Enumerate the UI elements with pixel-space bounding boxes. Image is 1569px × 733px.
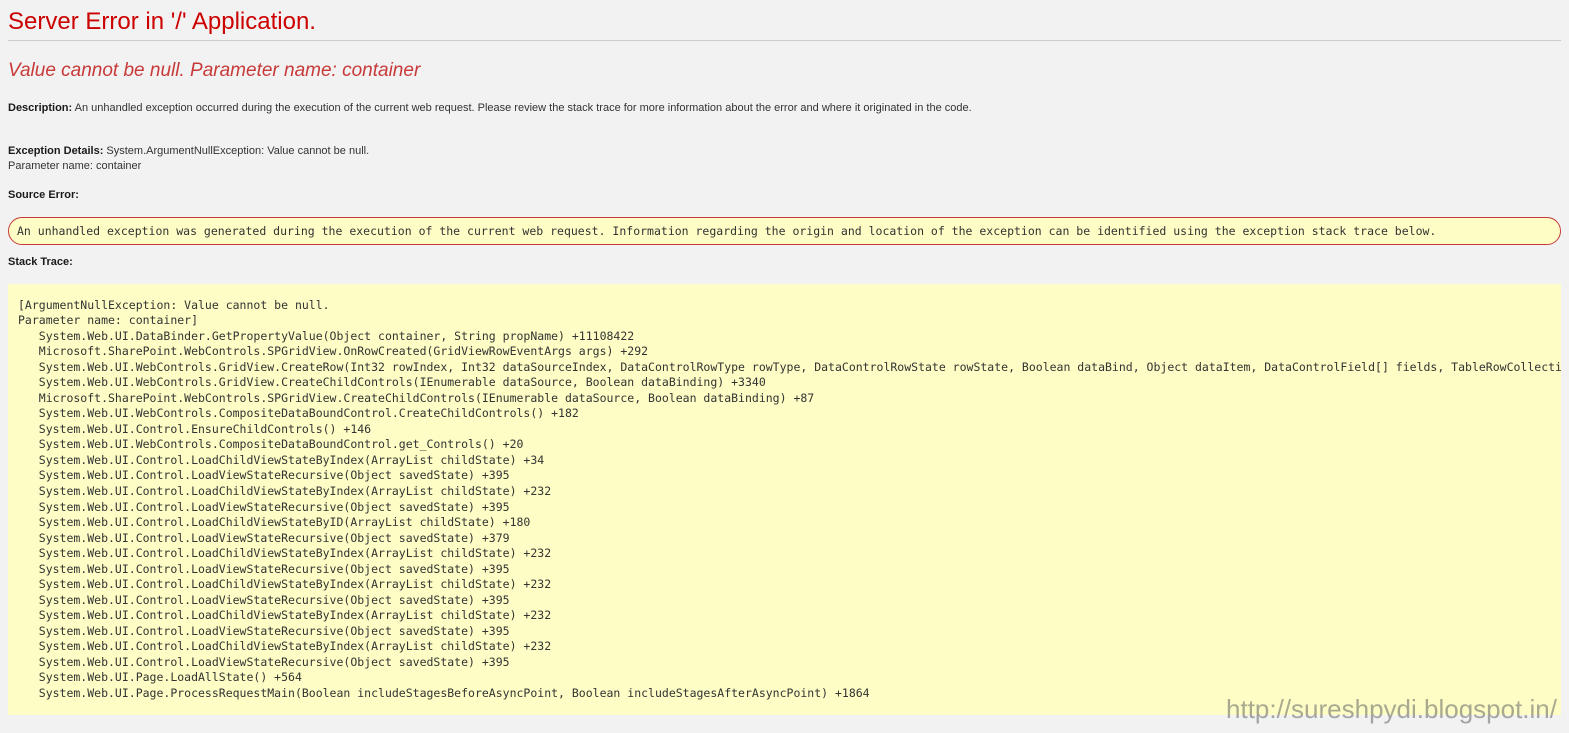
description-section: Description: An unhandled exception occu… xyxy=(8,101,1561,116)
page-title: Server Error in '/' Application. xyxy=(8,8,1561,36)
stack-trace-section: Stack Trace: xyxy=(8,255,1561,270)
source-error-box: An unhandled exception was generated dur… xyxy=(8,217,1561,245)
stack-trace-label: Stack Trace: xyxy=(8,256,73,268)
source-error-label: Source Error: xyxy=(8,189,79,201)
source-error-section: Source Error: xyxy=(8,188,1561,203)
description-text: An unhandled exception occurred during t… xyxy=(72,102,971,114)
description-label: Description: xyxy=(8,102,72,114)
title-divider xyxy=(8,40,1561,41)
error-subheading: Value cannot be null. Parameter name: co… xyxy=(8,59,1561,83)
exception-details-label: Exception Details: xyxy=(8,145,103,157)
exception-details-section: Exception Details: System.ArgumentNullEx… xyxy=(8,130,1561,175)
stack-trace-box: [ArgumentNullException: Value cannot be … xyxy=(8,284,1561,715)
